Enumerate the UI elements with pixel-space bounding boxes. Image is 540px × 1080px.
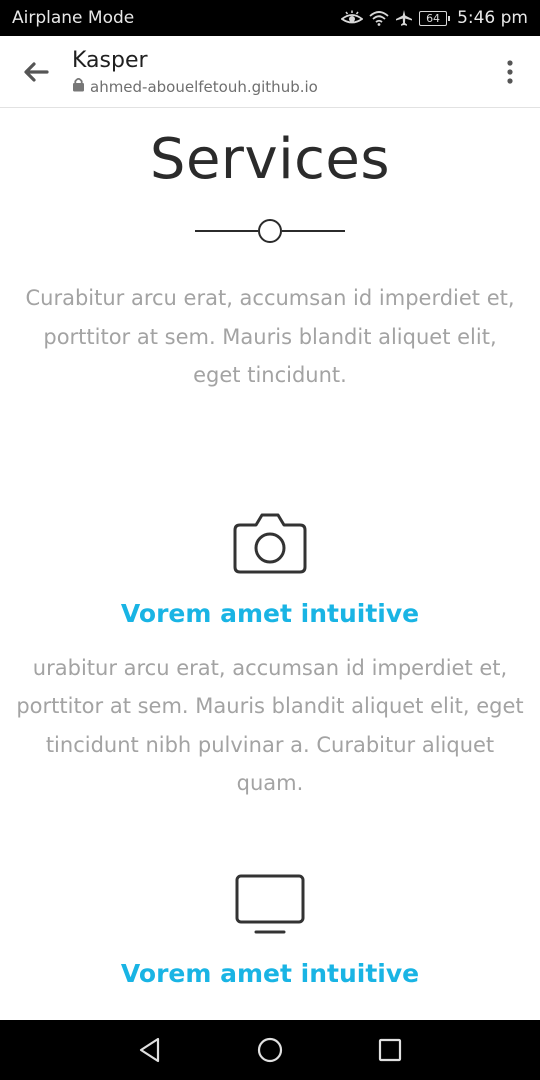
nav-recents-button[interactable] [372, 1032, 408, 1068]
navigation-bar [0, 1020, 540, 1080]
camera-icon [233, 513, 307, 573]
service-heading: Vorem amet intuitive [120, 598, 420, 628]
back-arrow-icon [24, 61, 49, 82]
monitor-icon [235, 874, 305, 933]
service-item: Vorem amet intuitive [0, 873, 540, 991]
lock-icon [72, 77, 85, 96]
back-button[interactable] [0, 36, 72, 108]
wifi-icon [369, 10, 389, 26]
eye-comfort-icon [341, 10, 364, 26]
battery-icon: 64 [419, 10, 451, 26]
more-vertical-icon [507, 59, 513, 84]
page-content[interactable]: Services Curabitur arcu erat, accumsan i… [0, 109, 540, 1020]
home-circle-icon [257, 1037, 283, 1063]
nav-home-button[interactable] [252, 1032, 288, 1068]
site-url: ahmed-abouelfetouh.github.io [90, 77, 318, 96]
status-icons: 64 5:46 pm [341, 8, 528, 28]
service-item: Vorem amet intuitive urabitur arcu erat,… [0, 511, 540, 803]
airplane-mode-label: Airplane Mode [12, 8, 135, 28]
title-divider [195, 219, 345, 243]
recents-square-icon [378, 1038, 402, 1062]
site-title: Kasper [72, 48, 148, 73]
status-bar: Airplane Mode 64 5:46 pm [0, 0, 540, 36]
more-options-button[interactable] [480, 36, 540, 108]
page-info[interactable]: Kasper ahmed-abouelfetouh.github.io [72, 47, 480, 96]
nav-back-button[interactable] [132, 1032, 168, 1068]
battery-level: 64 [426, 11, 441, 25]
site-url-row: ahmed-abouelfetouh.github.io [72, 77, 480, 96]
section-title: Services [149, 127, 391, 192]
service-description: urabitur arcu erat, accumsan id imperdie… [16, 655, 524, 796]
airplane-icon [395, 9, 413, 27]
browser-header: Kasper ahmed-abouelfetouh.github.io [0, 36, 540, 108]
service-heading: Vorem amet intuitive [120, 958, 420, 988]
back-triangle-icon [139, 1037, 160, 1063]
section-intro: Curabitur arcu erat, accumsan id imperdi… [25, 286, 515, 387]
status-time: 5:46 pm [457, 8, 528, 28]
